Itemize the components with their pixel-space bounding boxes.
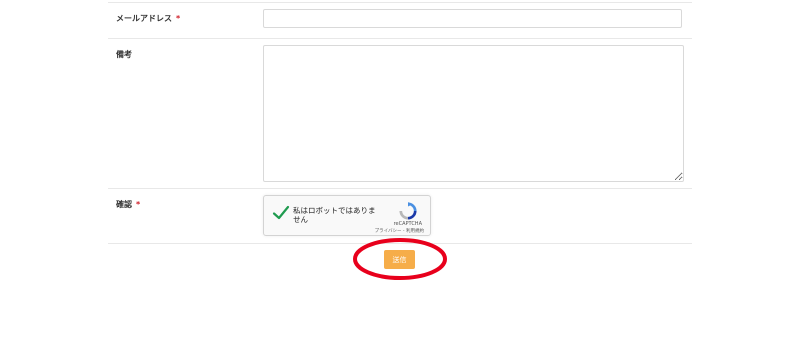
required-mark: * bbox=[176, 14, 181, 23]
checkmark-icon[interactable] bbox=[272, 204, 290, 222]
notes-row: 備考 bbox=[108, 39, 692, 189]
submit-button[interactable]: 送信 bbox=[384, 250, 415, 269]
recaptcha-logo-icon bbox=[399, 202, 417, 220]
confirm-row: 確認 * 私はロボットではありません reCAPTCHA プライバシー - 利用規… bbox=[108, 189, 692, 244]
notes-textarea[interactable] bbox=[263, 45, 684, 182]
recaptcha-terms-link[interactable]: プライバシー - 利用規約 bbox=[375, 228, 424, 234]
required-mark: * bbox=[136, 200, 141, 209]
email-row: メールアドレス * bbox=[108, 3, 692, 39]
notes-label: 備考 bbox=[116, 50, 132, 59]
email-label: メールアドレス * bbox=[116, 14, 181, 23]
recaptcha-brand: reCAPTCHA bbox=[393, 221, 422, 227]
confirm-label: 確認 * bbox=[116, 200, 141, 209]
email-field[interactable] bbox=[263, 9, 682, 28]
recaptcha-widget: 私はロボットではありません reCAPTCHA プライバシー - 利用規約 bbox=[263, 195, 431, 236]
recaptcha-checkbox-text: 私はロボットではありません bbox=[293, 206, 376, 224]
